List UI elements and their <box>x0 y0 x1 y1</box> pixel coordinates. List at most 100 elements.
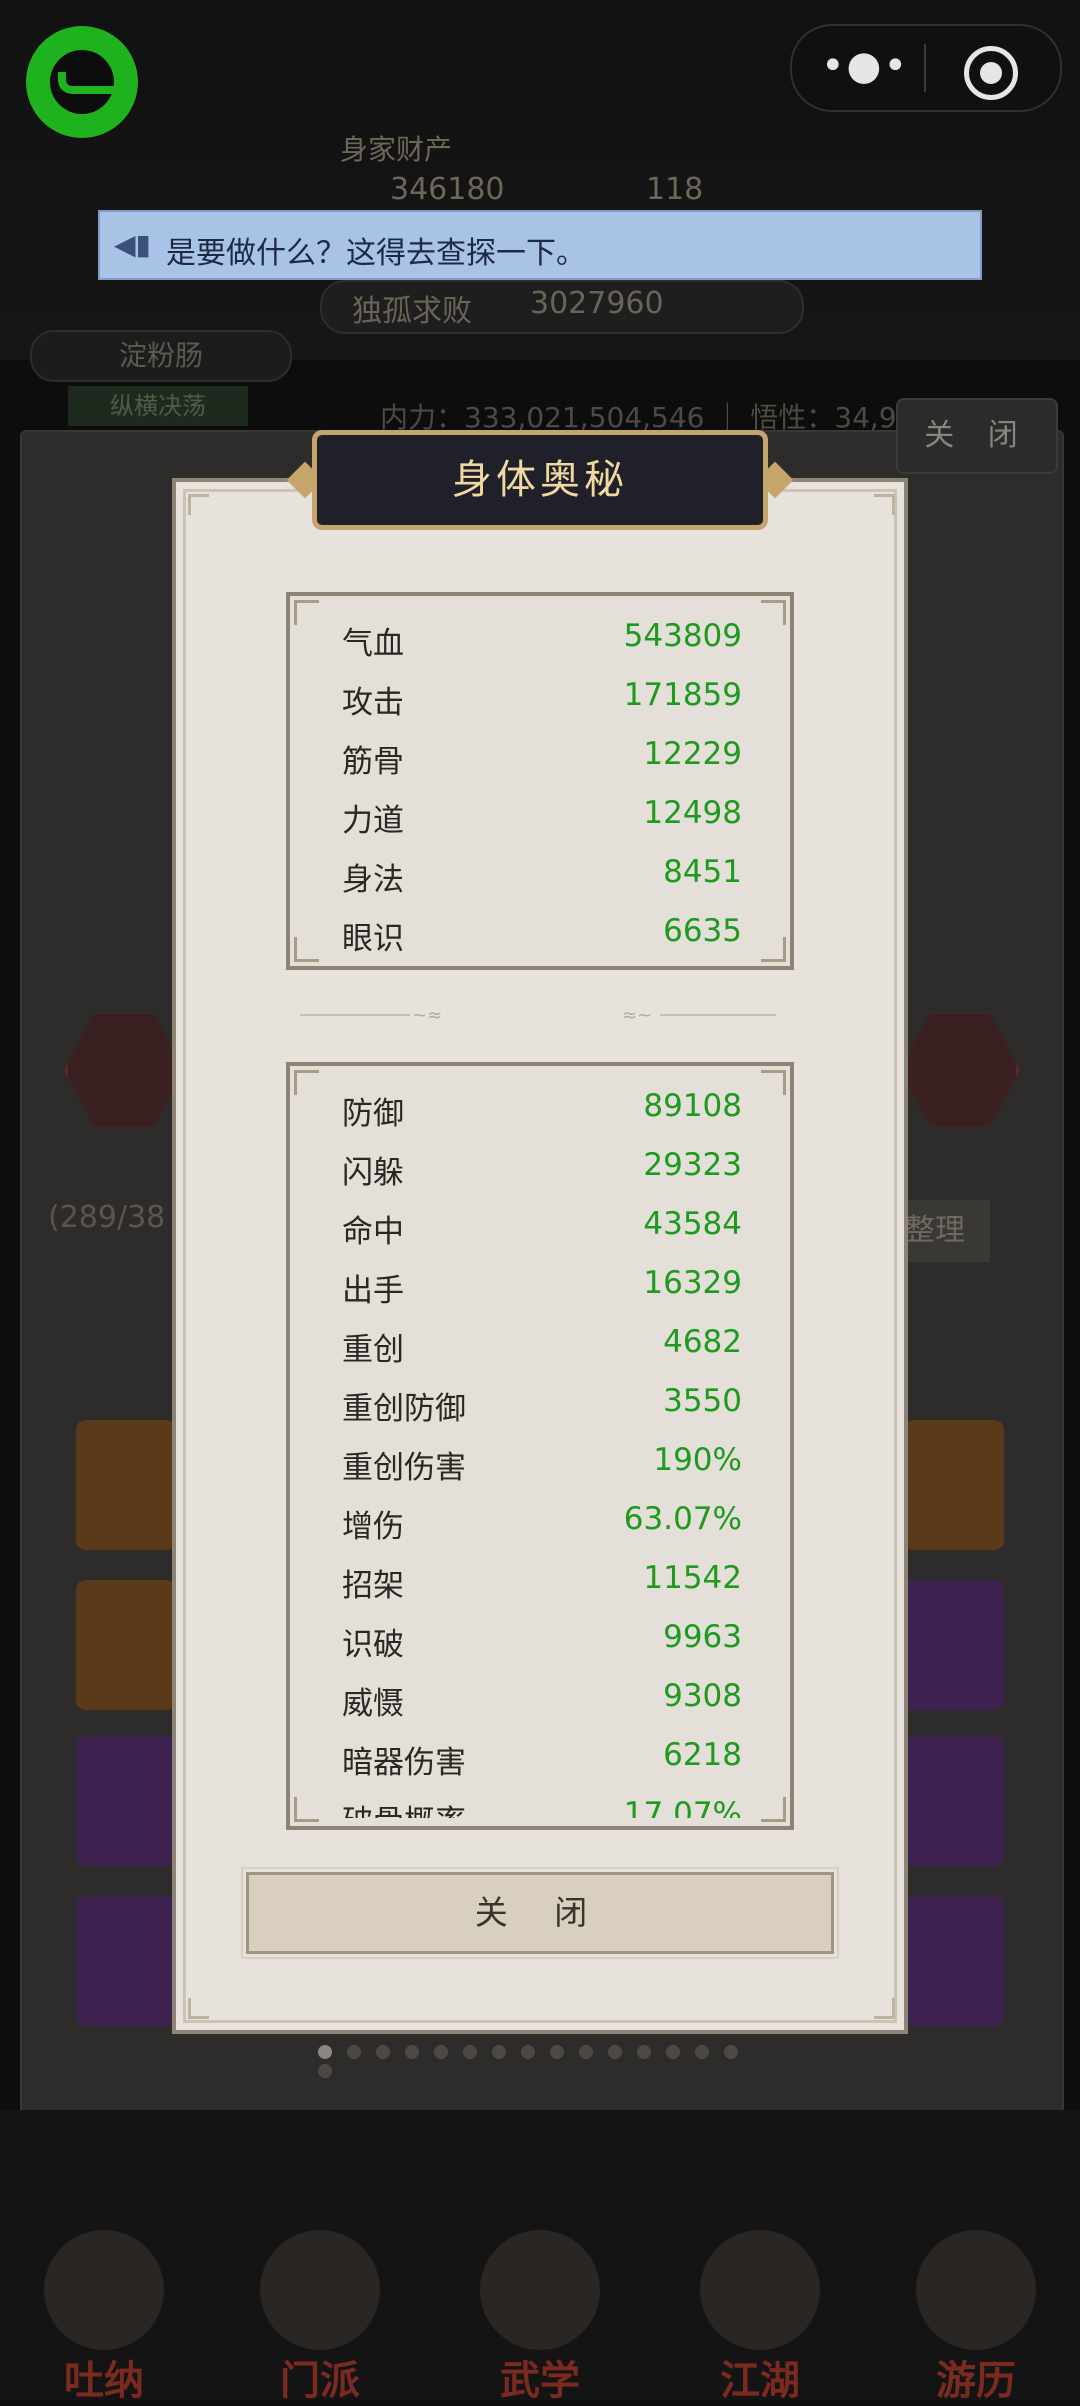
stat-label: 威慑 <box>342 1686 404 1722</box>
stat-value: 543809 <box>623 618 742 654</box>
stat-value: 16329 <box>643 1265 742 1301</box>
stat-row: 气血 543809 <box>342 610 742 668</box>
nav-item-jianghu[interactable]: 江湖 <box>680 2230 840 2404</box>
more-options-icon[interactable]: •●• <box>820 42 910 92</box>
stat-value: 8451 <box>663 854 742 890</box>
coin-amount: 346180 <box>390 172 505 207</box>
combat-stats-list[interactable]: 防御 89108 闪躲 29323 命中 43584 出手 16329 重创 4… <box>290 1080 786 1818</box>
modal-title: 身体奥秘 <box>452 457 628 503</box>
stat-row: 攻击 171859 <box>342 669 742 727</box>
nav-item-martial[interactable]: 武学 <box>460 2230 620 2404</box>
capsule-separator <box>924 44 926 92</box>
mini-program-capsule: •●• <box>790 24 1062 112</box>
corner-ornament <box>874 494 895 515</box>
stat-label: 重创伤害 <box>342 1450 466 1486</box>
stat-row: 暗器伤害 6218 <box>342 1729 742 1787</box>
close-button-label: 关 闭 <box>474 1893 606 1932</box>
nav-item-travel[interactable]: 游历 <box>896 2230 1056 2404</box>
inventory-item <box>76 1736 176 1866</box>
sect-icon <box>260 2230 380 2350</box>
jianghu-icon <box>700 2230 820 2350</box>
inventory-item <box>76 1896 176 2026</box>
stat-label: 重创防御 <box>342 1391 466 1427</box>
close-button[interactable]: 关 闭 <box>241 1867 839 1959</box>
player-name-pill: 淀粉肠 <box>30 330 292 382</box>
jade-amount: 118 <box>646 172 704 207</box>
stat-row: 防御 89108 <box>342 1080 742 1138</box>
nav-label: 江湖 <box>720 2358 800 2404</box>
nav-item-tuna[interactable]: 吐纳 <box>24 2230 184 2404</box>
stat-row: 力道 12498 <box>342 787 742 845</box>
stat-label: 身法 <box>342 862 404 898</box>
stat-row: 增伤 63.07% <box>342 1493 742 1551</box>
section-divider: ~≈ ≈~ <box>300 1005 776 1026</box>
stat-label: 眼识 <box>342 921 404 957</box>
inventory-item <box>76 1580 176 1710</box>
nav-item-sect[interactable]: 门派 <box>240 2230 400 2404</box>
title-label: 独孤求败 <box>352 294 472 329</box>
stat-label: 重创 <box>342 1332 404 1368</box>
stat-row: 识破 9963 <box>342 1611 742 1669</box>
player-subtitle-pill: 纵横决荡 <box>68 386 248 426</box>
nav-label: 吐纳 <box>64 2358 144 2404</box>
page-indicator <box>318 2044 768 2078</box>
megaphone-icon: ◀▮ <box>114 228 151 261</box>
stat-value: 3550 <box>663 1383 742 1419</box>
tuna-icon <box>44 2230 164 2350</box>
basic-stats-panel: 气血 543809 攻击 171859 筋骨 12229 力道 12498 身法… <box>286 592 794 970</box>
inventory-item <box>904 1736 1004 1866</box>
stat-row: 出手 16329 <box>342 1257 742 1315</box>
wealth-label: 身家财产 <box>340 133 453 166</box>
combat-stats-panel[interactable]: 防御 89108 闪躲 29323 命中 43584 出手 16329 重创 4… <box>286 1062 794 1830</box>
stat-label: 气血 <box>342 626 404 662</box>
inventory-item <box>904 1420 1004 1550</box>
stat-row: 命中 43584 <box>342 1198 742 1256</box>
modal-header: 身体奥秘 <box>312 430 768 530</box>
travel-icon <box>916 2230 1036 2350</box>
inventory-item <box>904 1580 1004 1710</box>
stat-row: 身法 8451 <box>342 846 742 904</box>
stat-value: 89108 <box>643 1088 742 1124</box>
stat-row: 威慑 9308 <box>342 1670 742 1728</box>
stat-value: 9308 <box>663 1678 742 1714</box>
stat-value: 9963 <box>663 1619 742 1655</box>
stat-row: 眼识 6635 <box>342 905 742 963</box>
stat-value: 43584 <box>643 1206 742 1242</box>
stat-label: 暗器伤害 <box>342 1745 466 1781</box>
stat-row: 闪躲 29323 <box>342 1139 742 1197</box>
bottom-nav: 吐纳 门派 武学 江湖 游历 <box>0 2230 1080 2404</box>
stat-row: 重创伤害 190% <box>342 1434 742 1492</box>
stat-value: 63.07% <box>623 1501 742 1537</box>
close-miniprogram-icon[interactable] <box>964 46 1018 100</box>
stat-label: 识破 <box>342 1627 404 1663</box>
inventory-item <box>904 1896 1004 2026</box>
stat-value: 12229 <box>643 736 742 772</box>
stat-value: 17.07% <box>623 1796 742 1818</box>
stat-row: 破骨概率 17.07% <box>342 1788 742 1818</box>
nav-label: 武学 <box>500 2358 580 2404</box>
corner-ornament <box>188 1998 209 2019</box>
stat-label: 招架 <box>342 1568 404 1604</box>
stat-value: 6635 <box>663 913 742 949</box>
stat-value: 29323 <box>643 1147 742 1183</box>
stat-label: 出手 <box>342 1273 404 1309</box>
background-close-button[interactable]: 关 闭 <box>896 398 1058 474</box>
stat-value: 6218 <box>663 1737 742 1773</box>
stat-label: 力道 <box>342 803 404 839</box>
stat-value: 171859 <box>623 677 742 713</box>
martial-icon <box>480 2230 600 2350</box>
stat-value: 12498 <box>643 795 742 831</box>
stat-row: 重创 4682 <box>342 1316 742 1374</box>
stat-row: 招架 11542 <box>342 1552 742 1610</box>
stat-row: 重创防御 3550 <box>342 1375 742 1433</box>
stat-value: 11542 <box>643 1560 742 1596</box>
notice-text: 是要做什么？这得去查探一下。 <box>166 236 586 271</box>
stat-value: 4682 <box>663 1324 742 1360</box>
title-value: 3027960 <box>530 286 664 321</box>
stat-label: 增伤 <box>342 1509 404 1545</box>
stat-label: 命中 <box>342 1214 404 1250</box>
stat-label: 破骨概率 <box>342 1796 466 1818</box>
stat-label: 防御 <box>342 1096 404 1132</box>
inventory-count: (289/38 <box>48 1200 166 1235</box>
stat-row: 筋骨 12229 <box>342 728 742 786</box>
